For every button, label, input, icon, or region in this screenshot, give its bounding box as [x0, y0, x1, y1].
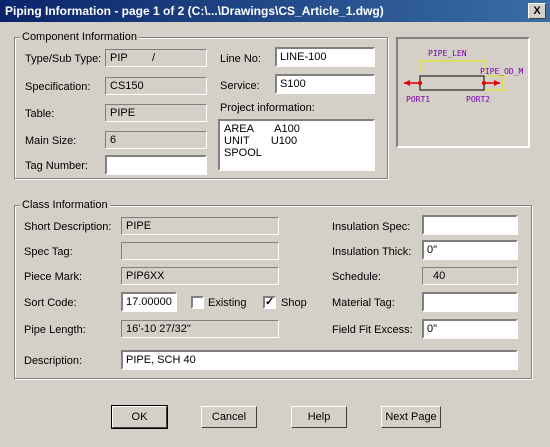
pipe-length-label: Pipe Length: — [24, 324, 86, 336]
specification-field: CS150 — [105, 77, 207, 95]
insulation-spec-label: Insulation Spec: — [332, 221, 411, 233]
pipe-preview: PIPE_LEN PIPE_OD_M PORT1 PORT2 — [396, 37, 530, 148]
field-fit-excess-input[interactable]: 0" — [422, 319, 518, 339]
pipe-preview-graphic: PIPE_LEN PIPE_OD_M PORT1 PORT2 — [404, 49, 524, 104]
spec-tag-label: Spec Tag: — [24, 246, 73, 258]
class-group-label: Class Information — [20, 199, 110, 211]
type-field: PIP / — [105, 49, 207, 67]
piece-mark-field: PIP6XX — [121, 267, 279, 285]
service-label: Service: — [220, 80, 260, 92]
insulation-thick-input[interactable]: 0" — [422, 240, 518, 260]
pipe-od-label: PIPE_OD_M — [480, 67, 524, 76]
pipe-length-field: 16'-10 27/32" — [121, 320, 279, 338]
pipe-body — [419, 75, 485, 91]
sort-code-label: Sort Code: — [24, 297, 77, 309]
type-label: Type/Sub Type: — [25, 53, 102, 65]
main-size-label: Main Size: — [25, 135, 77, 147]
port2-arrowhead — [494, 80, 500, 86]
short-description-field: PIPE — [121, 217, 279, 235]
sort-code-input[interactable]: 17.00000 — [121, 292, 177, 312]
specification-label: Specification: — [25, 81, 91, 93]
port1-point — [418, 81, 422, 85]
schedule-field: 40 — [422, 267, 518, 285]
port1-label: PORT1 — [406, 95, 430, 104]
cancel-button[interactable]: Cancel — [201, 406, 257, 428]
ok-button[interactable]: OK — [111, 405, 168, 429]
short-description-label: Short Description: — [24, 221, 112, 233]
main-size-field: 6 — [105, 131, 207, 149]
line-no-label: Line No: — [220, 53, 261, 65]
project-information-textarea[interactable]: AREA A100 UNIT U100 SPOOL — [218, 119, 375, 171]
existing-checkbox[interactable] — [191, 296, 204, 309]
material-tag-label: Material Tag: — [332, 297, 395, 309]
piece-mark-label: Piece Mark: — [24, 271, 83, 283]
spec-tag-field — [121, 242, 279, 260]
insulation-thick-label: Insulation Thick: — [332, 246, 412, 258]
port2-label: PORT2 — [466, 95, 490, 104]
line-no-input[interactable]: LINE-100 — [275, 47, 375, 67]
port1-arrowhead — [404, 80, 410, 86]
table-label: Table: — [25, 108, 55, 120]
insulation-spec-input[interactable] — [422, 215, 518, 235]
tag-number-label: Tag Number: — [25, 160, 88, 172]
pipe-len-label: PIPE_LEN — [428, 49, 467, 58]
schedule-label: Schedule: — [332, 271, 381, 283]
existing-label: Existing — [208, 297, 247, 309]
table-field: PIPE — [105, 104, 207, 122]
next-page-button[interactable]: Next Page — [381, 406, 441, 428]
service-input[interactable]: S100 — [275, 74, 375, 94]
close-button[interactable]: X — [528, 3, 546, 19]
description-input[interactable]: PIPE, SCH 40 — [121, 350, 518, 370]
project-information-label: Project information: — [220, 102, 315, 114]
port2-point — [482, 81, 486, 85]
material-tag-input[interactable] — [422, 292, 518, 312]
shop-checkbox[interactable]: ✓ — [263, 296, 276, 309]
title-bar[interactable]: Piping Information - page 1 of 2 (C:\...… — [0, 0, 550, 22]
window-title: Piping Information - page 1 of 2 (C:\...… — [5, 4, 384, 18]
component-group-label: Component Information — [20, 31, 139, 43]
help-button[interactable]: Help — [291, 406, 347, 428]
description-label: Description: — [24, 355, 83, 367]
shop-label: Shop — [281, 297, 307, 309]
tag-number-input[interactable] — [105, 155, 207, 175]
field-fit-excess-label: Field Fit Excess: — [332, 324, 413, 336]
